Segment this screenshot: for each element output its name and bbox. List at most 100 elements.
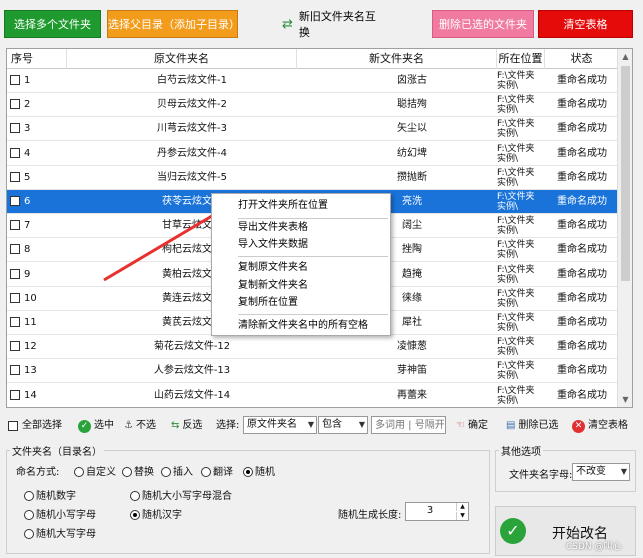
menu-copy-new-name[interactable]: 复制新文件夹名 xyxy=(238,278,308,294)
menu-open-folder-location[interactable]: 打开文件夹所在位置 xyxy=(238,198,328,214)
delete-selected-label: 删除已选的文件夹 xyxy=(439,18,527,31)
checkbox-icon[interactable] xyxy=(10,268,20,279)
vertical-scrollbar[interactable]: ▲ ▼ xyxy=(617,49,632,407)
mode-replace-radio[interactable]: 替换 xyxy=(122,463,154,478)
checkbox-icon xyxy=(8,421,18,431)
confirm-button[interactable]: ☜ 确定 xyxy=(456,416,488,436)
invert-label: 反选 xyxy=(182,420,203,431)
status-cell: 重命名成功 xyxy=(557,244,607,256)
check-button[interactable]: ✓ 选中 xyxy=(78,416,114,436)
row-index-cell[interactable]: 12 xyxy=(10,335,70,359)
row-index: 3 xyxy=(24,123,31,135)
checkbox-icon[interactable] xyxy=(10,341,20,352)
context-menu: 打开文件夹所在位置 导出文件夹表格 导入文件夹数据 复制原文件夹名 复制新文件夹… xyxy=(211,193,391,336)
row-index-cell[interactable]: 4 xyxy=(10,142,70,166)
menu-copy-old-name[interactable]: 复制原文件夹名 xyxy=(238,260,308,276)
select-folders-button[interactable]: 选择多个文件夹 xyxy=(4,10,101,38)
menu-clear-spaces[interactable]: 清除新文件夹名中的所有空格 xyxy=(238,318,368,334)
checkbox-icon[interactable] xyxy=(10,147,20,158)
checkbox-icon[interactable] xyxy=(10,292,20,303)
random-chinese-radio[interactable]: 随机汉字 xyxy=(130,506,182,521)
checkbox-icon[interactable] xyxy=(10,365,20,376)
select-all-checkbox[interactable]: 全部选择 xyxy=(8,416,62,436)
row-index-cell[interactable]: 5 xyxy=(10,166,70,190)
location-cell: F:\文件夹实例\ xyxy=(497,240,535,261)
menu-copy-location[interactable]: 复制所在位置 xyxy=(238,295,298,311)
select-parent-button[interactable]: 选择父目录（添加子目录） xyxy=(107,10,240,38)
check-circle-icon: ✓ xyxy=(500,518,526,544)
checkbox-icon[interactable] xyxy=(10,171,20,182)
old-name-cell: 贝母云炫文件-2 xyxy=(157,99,227,111)
new-name-cell: 矢尘以 xyxy=(397,123,427,135)
row-index-cell[interactable]: 3 xyxy=(10,117,70,141)
uncheck-button[interactable]: ⚓ 不选 xyxy=(124,416,156,436)
mode-random-radio[interactable]: 随机 xyxy=(243,463,275,478)
radio-icon xyxy=(122,467,132,477)
checkbox-icon[interactable] xyxy=(10,123,20,134)
keyword-input[interactable] xyxy=(371,416,446,434)
random-lowercase-radio[interactable]: 随机小写字母 xyxy=(24,506,96,521)
mode-insert-radio[interactable]: 插入 xyxy=(161,463,193,478)
row-index-cell[interactable]: 6 xyxy=(10,190,70,214)
delete-selected-folders-button[interactable]: 删除已选的文件夹 xyxy=(432,10,534,38)
row-index-cell[interactable]: 11 xyxy=(10,311,70,335)
mode-custom-radio[interactable]: 自定义 xyxy=(74,463,116,478)
random-mixed-case-radio[interactable]: 随机大小写字母混合 xyxy=(130,487,232,502)
stepper-down-icon[interactable]: ▼ xyxy=(456,512,468,520)
checkbox-icon[interactable] xyxy=(10,244,20,255)
location-cell: F:\文件夹实例\ xyxy=(497,288,535,309)
mode-translate-label: 翻译 xyxy=(213,467,233,478)
location-cell: F:\文件夹实例\ xyxy=(497,95,535,116)
table-row[interactable]: 1 白芍云炫文件-1 囟涨古 F:\文件夹实例\ 重命名成功 xyxy=(7,69,619,93)
row-index-cell[interactable]: 8 xyxy=(10,238,70,262)
table-row[interactable]: 4 丹参云炫文件-4 纺幻埤 F:\文件夹实例\ 重命名成功 xyxy=(7,142,619,166)
stepper-up-icon[interactable]: ▲ xyxy=(456,503,468,511)
checkbox-icon[interactable] xyxy=(10,75,20,85)
mode-custom-label: 自定义 xyxy=(86,467,116,478)
operator-select-value: 包含 xyxy=(322,419,342,430)
scroll-thumb[interactable] xyxy=(621,66,630,281)
col-new-name: 新文件夹名 xyxy=(297,49,497,69)
table-row[interactable]: 13 人参云炫文件-13 芽神笛 F:\文件夹实例\ 重命名成功 xyxy=(7,359,619,384)
checkbox-icon[interactable] xyxy=(10,389,20,400)
field-select[interactable]: 原文件夹名 ▼ xyxy=(243,416,317,434)
clear-table-small-button[interactable]: ✕ 清空表格 xyxy=(572,416,628,436)
row-index-cell[interactable]: 13 xyxy=(10,359,70,383)
case-select-value: 不改变 xyxy=(576,466,606,477)
other-options-title: 其他选项 xyxy=(499,443,543,458)
length-stepper[interactable]: 3 ▲ ▼ xyxy=(405,502,469,521)
chevron-down-icon: ▼ xyxy=(620,467,627,476)
table-row[interactable]: 5 当归云炫文件-5 攒抛断 F:\文件夹实例\ 重命名成功 xyxy=(7,166,619,190)
checkbox-icon[interactable] xyxy=(10,196,20,206)
operator-select[interactable]: 包含 ▼ xyxy=(318,416,368,434)
menu-export-table[interactable]: 导出文件夹表格 xyxy=(238,220,308,236)
menu-import-data[interactable]: 导入文件夹数据 xyxy=(238,237,308,253)
delete-checked-button[interactable]: ▤ 删除已选 xyxy=(506,416,558,436)
row-index-cell[interactable]: 10 xyxy=(10,287,70,311)
menu-separator xyxy=(238,218,388,219)
row-index-cell[interactable]: 2 xyxy=(10,93,70,117)
case-select[interactable]: 不改变 ▼ xyxy=(572,463,630,481)
checkbox-icon[interactable] xyxy=(10,317,20,327)
invert-button[interactable]: ⇆ 反选 xyxy=(171,416,202,436)
random-uppercase-radio[interactable]: 随机大写字母 xyxy=(24,525,96,540)
table-row[interactable]: 2 贝母云炫文件-2 聪拮殉 F:\文件夹实例\ 重命名成功 xyxy=(7,93,619,118)
scroll-down-icon[interactable]: ▼ xyxy=(618,392,632,407)
location-cell: F:\文件夹实例\ xyxy=(497,313,535,333)
location-cell: F:\文件夹实例\ xyxy=(497,216,535,237)
table-row[interactable]: 14 山药云炫文件-14 再蕾来 F:\文件夹实例\ 重命名成功 xyxy=(7,384,619,407)
swap-names-button[interactable]: ⇄ 新旧文件夹名互换 xyxy=(281,10,385,39)
scroll-up-icon[interactable]: ▲ xyxy=(618,49,632,64)
table-row[interactable]: 12 菊花云炫文件-12 凌慷葱 F:\文件夹实例\ 重命名成功 xyxy=(7,335,619,360)
random-digits-radio[interactable]: 随机数字 xyxy=(24,487,76,502)
row-index-cell[interactable]: 7 xyxy=(10,214,70,238)
mode-translate-radio[interactable]: 翻译 xyxy=(201,463,233,478)
clear-table-button[interactable]: 清空表格 xyxy=(538,10,633,38)
table-row[interactable]: 3 川芎云炫文件-3 矢尘以 F:\文件夹实例\ 重命名成功 xyxy=(7,117,619,142)
row-index-cell[interactable]: 1 xyxy=(10,69,70,93)
checkbox-icon[interactable] xyxy=(10,99,20,110)
row-index-cell[interactable]: 14 xyxy=(10,384,70,407)
row-index-cell[interactable]: 9 xyxy=(10,263,70,287)
clear-table-label: 清空表格 xyxy=(563,18,608,31)
checkbox-icon[interactable] xyxy=(10,220,20,231)
